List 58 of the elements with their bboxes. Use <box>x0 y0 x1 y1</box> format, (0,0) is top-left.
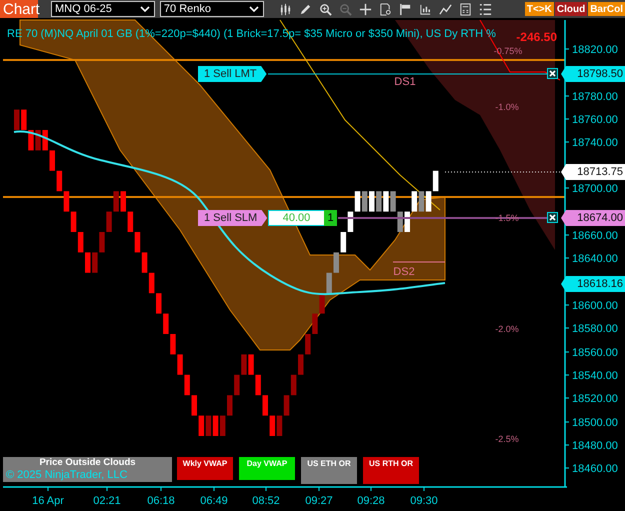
time-tick: 08:52 <box>252 486 280 507</box>
chevron-icon <box>140 6 150 12</box>
crosshair-icon[interactable] <box>358 2 372 16</box>
price-tick: 18700.00 <box>564 183 618 195</box>
time-tick: 09:27 <box>305 486 333 507</box>
price-tick: 18580.00 <box>564 323 618 335</box>
indicator-button[interactable]: Wkly VWAP <box>177 457 233 480</box>
price-tick: 18820.00 <box>564 44 618 56</box>
order-label[interactable]: 1 Sell LMT <box>198 66 267 82</box>
zoom-in-icon[interactable] <box>318 2 332 16</box>
price-tick: 18540.00 <box>564 370 618 382</box>
interval-dropdown[interactable]: 70 Renko <box>160 1 264 17</box>
time-tick: 09:28 <box>357 486 385 507</box>
indicator-button[interactable]: US ETH OR <box>301 457 357 484</box>
calculator-icon[interactable] <box>458 2 472 16</box>
loss-reading: -246.50 <box>516 30 557 44</box>
order-label[interactable]: 1 Sell SLM <box>198 210 268 226</box>
price-marker: 18713.75 <box>561 164 625 180</box>
indicator-button[interactable]: US RTH OR <box>363 457 419 484</box>
price-tick: 18760.00 <box>564 114 618 126</box>
document-search-icon[interactable] <box>378 2 392 16</box>
time-tick: 09:30 <box>410 486 438 507</box>
price-tick: 18660.00 <box>564 230 618 242</box>
price-tick: 18480.00 <box>564 440 618 452</box>
copyright-text: © 2025 NinjaTrader, LLC <box>5 469 128 481</box>
time-tick: 06:18 <box>147 486 175 507</box>
pencil-icon[interactable] <box>298 2 312 16</box>
percent-label: -2.5% <box>495 434 519 444</box>
price-marker: 18618.16 <box>561 276 625 292</box>
close-icon[interactable] <box>547 212 558 223</box>
indicator-toggle-button[interactable]: Cloud <box>554 2 588 16</box>
candlestick-icon[interactable] <box>278 2 292 16</box>
bar-chart-icon[interactable] <box>418 2 432 16</box>
zone-label: DS1 <box>394 76 416 88</box>
line-chart-icon[interactable] <box>438 2 452 16</box>
price-tick: 18740.00 <box>564 137 618 149</box>
price-tick: 18780.00 <box>564 91 618 103</box>
flag-icon[interactable] <box>398 2 412 16</box>
price-tick: 18460.00 <box>564 463 618 475</box>
price-tick: 18500.00 <box>564 417 618 429</box>
zone-label: DS2 <box>393 266 415 278</box>
percent-label: -2.0% <box>495 324 519 334</box>
percent-label: -1.0% <box>495 102 519 112</box>
instrument-dropdown[interactable]: MNQ 06-25 <box>51 1 155 17</box>
price-tick: 18560.00 <box>564 347 618 359</box>
price-tick: 18520.00 <box>564 393 618 405</box>
time-tick: 16 Apr <box>32 486 64 507</box>
legend-title: Price Outside Clouds <box>38 457 137 469</box>
order-price-marker: 18674.00 <box>561 210 625 226</box>
list-icon[interactable] <box>478 2 492 16</box>
price-tick: 18600.00 <box>564 300 618 312</box>
close-icon[interactable] <box>547 68 558 79</box>
time-tick: 02:21 <box>93 486 121 507</box>
order-count: 1 <box>324 210 337 226</box>
chevron-icon <box>248 6 259 12</box>
order-price-marker: 18798.50 <box>561 66 625 82</box>
time-tick: 06:49 <box>200 486 228 507</box>
price-tick: 18640.00 <box>564 253 618 265</box>
